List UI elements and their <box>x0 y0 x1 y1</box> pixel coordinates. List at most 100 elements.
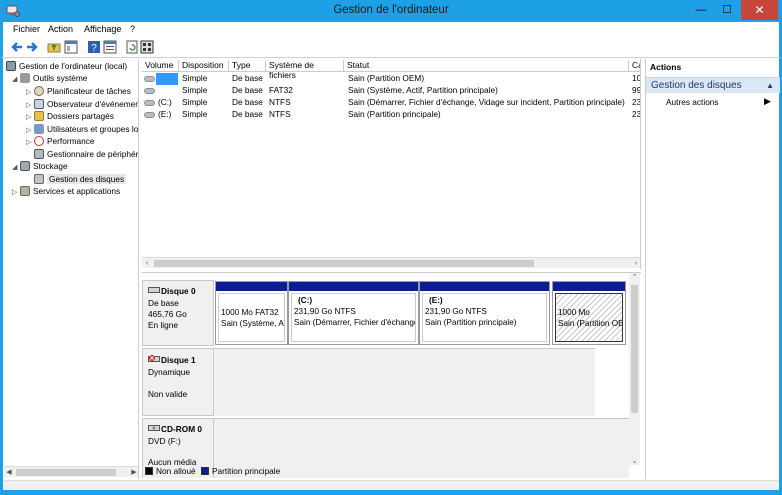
collapsed-arrow-icon[interactable]: ▷ <box>12 188 20 196</box>
scroll-up-icon[interactable]: ⌃ <box>629 273 640 281</box>
volume-row[interactable]: (C:) Simple De base NTFS Sain (Démarrer,… <box>142 97 641 109</box>
tree-item-performance[interactable]: ▷ Performance <box>26 136 95 148</box>
scroll-left-icon[interactable]: ◀ <box>4 467 14 478</box>
menu-help[interactable]: ? <box>130 24 135 34</box>
computer-icon <box>6 61 16 71</box>
volume-list: Volume Disposition Type Système de fichi… <box>142 59 641 269</box>
collapsed-arrow-icon[interactable]: ▷ <box>26 126 34 134</box>
disk-state: Non valide <box>148 389 188 399</box>
actions-section-label: Gestion des disques <box>651 80 742 91</box>
tree-item-event-viewer[interactable]: ▷ Observateur d'événements <box>26 99 138 111</box>
tree-item-local-users[interactable]: ▷Utilisateurs et groupes locaux <box>26 124 138 136</box>
back-icon[interactable] <box>10 40 24 54</box>
minimize-button[interactable]: — <box>688 0 714 20</box>
partition-size: 231,90 Go NTFS <box>425 307 487 316</box>
disk-kind: DVD (F:) <box>148 436 181 446</box>
partition-title: (E:) <box>429 296 443 305</box>
partition-system[interactable]: 1000 Mo FAT32 Sain (Système, Actif, Part… <box>215 281 288 345</box>
menu-fichier[interactable]: Fichier <box>13 24 40 34</box>
show-hide-tree-icon[interactable] <box>64 40 78 54</box>
cell-capacity: 23 <box>632 109 641 119</box>
disk-management-icon <box>34 174 44 184</box>
disk-size: 465,76 Go <box>148 309 187 319</box>
scrollbar-thumb[interactable] <box>154 260 534 267</box>
column-header-filesystem[interactable]: Système de fichiers <box>266 60 344 80</box>
tree-item-system-tools[interactable]: ◢ Outils système <box>12 73 87 85</box>
legend-primary: Partition principale <box>212 466 281 476</box>
partition-title: (C:) <box>298 296 313 305</box>
cell-capacity: 99 <box>632 85 641 95</box>
scroll-right-icon[interactable]: › <box>631 258 640 269</box>
tree-item-device-manager[interactable]: Gestionnaire de périphériques <box>34 149 138 161</box>
services-icon <box>20 186 30 196</box>
cell-filesystem: FAT32 <box>269 85 293 95</box>
submenu-arrow-icon[interactable]: ▶ <box>764 96 771 107</box>
cell-filesystem: NTFS <box>269 97 291 107</box>
tree-item-disk-management[interactable]: Gestion des disques <box>34 174 127 186</box>
close-button[interactable]: ✕ <box>741 0 778 20</box>
up-folder-icon[interactable] <box>47 40 61 54</box>
properties-icon[interactable] <box>103 40 117 54</box>
column-header-capacity[interactable]: Ca <box>629 60 640 72</box>
disk-icon <box>148 287 160 293</box>
collapsed-arrow-icon[interactable]: ▷ <box>26 101 34 109</box>
window-frame-left <box>0 58 3 495</box>
disk0-info[interactable]: Disque 0 De base 465,76 Go En ligne <box>142 280 214 346</box>
collapsed-arrow-icon[interactable]: ▷ <box>26 88 34 96</box>
column-header-layout[interactable]: Disposition <box>179 60 229 72</box>
actions-section-disk-management[interactable]: Gestion des disques ▲ <box>646 77 780 93</box>
expanded-arrow-icon[interactable]: ◢ <box>12 163 20 171</box>
scrollbar-thumb[interactable] <box>16 469 116 476</box>
maximize-button[interactable]: ☐ <box>714 0 740 20</box>
primary-partition-swatch <box>201 467 209 475</box>
expanded-arrow-icon[interactable]: ◢ <box>12 75 20 83</box>
partition-size: 1000 Mo FAT32 <box>221 308 279 317</box>
disk-view-vertical-scrollbar[interactable]: ⌃ ⌄ <box>629 273 640 465</box>
tree-horizontal-scrollbar[interactable]: ◀ ▶ <box>4 466 138 478</box>
export-icon[interactable] <box>140 40 154 54</box>
svg-text:?: ? <box>91 43 97 54</box>
more-actions-link[interactable]: Autres actions <box>666 97 719 107</box>
tree-item-storage[interactable]: ◢ Stockage <box>12 161 68 173</box>
volume-row[interactable]: Simple De base Sain (Partition OEM) 10 <box>142 73 640 85</box>
disk1-info[interactable]: Disque 1 Dynamique Non valide <box>142 348 214 416</box>
cell-layout: Simple <box>182 73 208 83</box>
help-icon[interactable]: ? <box>87 40 101 54</box>
scrollbar-thumb[interactable] <box>631 285 638 413</box>
cell-capacity: 23 <box>632 97 641 107</box>
event-viewer-icon <box>34 99 44 109</box>
partition-status: Sain (Démarrer, Fichier d'échange, Vidag… <box>294 318 415 327</box>
selection-highlight <box>156 73 178 85</box>
partition-oem[interactable]: 1000 Mo Sain (Partition OEM) <box>552 281 626 345</box>
tree-item-task-scheduler[interactable]: ▷ Planificateur de tâches <box>26 86 131 98</box>
partition-bar <box>420 282 549 291</box>
column-header-type[interactable]: Type <box>229 60 266 72</box>
title-bar: Gestion de l'ordinateur — ☐ ✕ <box>0 0 782 22</box>
column-header-volume[interactable]: Volume <box>142 60 179 72</box>
collapsed-arrow-icon[interactable]: ▷ <box>26 113 34 121</box>
column-header-status[interactable]: Statut <box>344 60 629 72</box>
partition-e[interactable]: (E:) 231,90 Go NTFS Sain (Partition prin… <box>419 281 550 345</box>
tree-item-shared-folders[interactable]: ▷ Dossiers partagés <box>26 111 114 123</box>
refresh-icon[interactable] <box>125 40 139 54</box>
menu-action[interactable]: Action <box>48 24 73 34</box>
partition-bar <box>216 282 287 291</box>
collapse-icon[interactable]: ▲ <box>766 81 774 90</box>
partition-size: 1000 Mo <box>558 308 590 317</box>
scroll-right-icon[interactable]: ▶ <box>129 467 138 478</box>
volume-icon <box>144 88 155 94</box>
volume-list-horizontal-scrollbar[interactable]: ‹ › <box>142 257 640 269</box>
disk1-area <box>214 348 595 416</box>
volume-row[interactable]: (E:) Simple De base NTFS Sain (Partition… <box>142 109 641 121</box>
menu-affichage[interactable]: Affichage <box>84 24 121 34</box>
forward-icon[interactable] <box>25 40 39 54</box>
device-manager-icon <box>34 149 44 159</box>
tree-item-services[interactable]: ▷ Services et applications <box>12 186 120 198</box>
partition-c[interactable]: (C:) 231,90 Go NTFS Sain (Démarrer, Fich… <box>288 281 419 345</box>
collapsed-arrow-icon[interactable]: ▷ <box>26 138 34 146</box>
scroll-left-icon[interactable]: ‹ <box>142 258 152 269</box>
partition-status: Sain (Partition OEM) <box>558 319 623 328</box>
volume-row[interactable]: Simple De base FAT32 Sain (Système, Acti… <box>142 85 641 97</box>
cell-status: Sain (Système, Actif, Partition principa… <box>348 85 498 95</box>
tree-item-root[interactable]: Gestion de l'ordinateur (local) <box>6 61 127 73</box>
